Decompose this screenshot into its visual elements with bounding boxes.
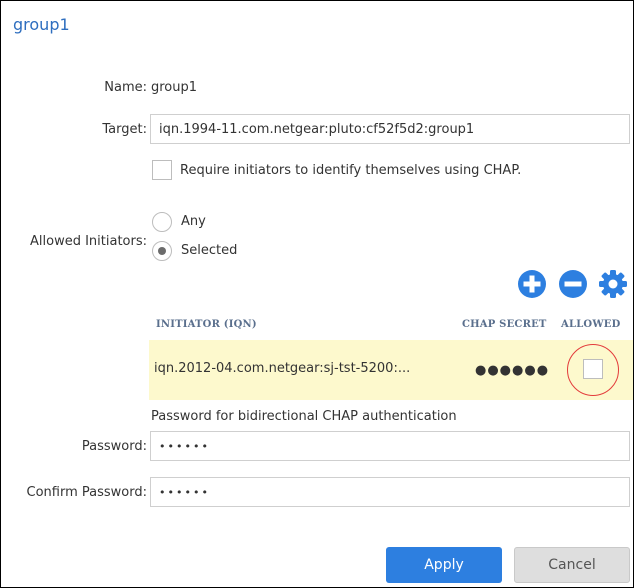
radio-selected-label: Selected (181, 243, 238, 258)
confirm-password-field[interactable]: •••••• (150, 477, 630, 507)
gear-icon[interactable] (598, 269, 628, 299)
chap-secret-cell: ●●●●●● (475, 363, 550, 378)
dialog-frame: group1 Name: group1 Target: iqn.1994-11.… (0, 0, 634, 588)
cancel-button[interactable]: Cancel (514, 547, 630, 583)
chap-checkbox[interactable] (152, 160, 172, 180)
column-header-initiator: INITIATOR (IQN) (156, 319, 257, 330)
password-label: Password: (81, 439, 147, 454)
dialog-title: group1 (13, 15, 70, 34)
remove-initiator-icon[interactable] (558, 269, 588, 299)
confirm-password-label: Confirm Password: (26, 485, 147, 500)
chap-checkbox-label: Require initiators to identify themselve… (180, 163, 522, 178)
target-label: Target: (102, 122, 147, 137)
target-field[interactable]: iqn.1994-11.com.netgear:pluto:cf52f5d2:g… (150, 114, 630, 144)
add-initiator-icon[interactable] (517, 269, 547, 299)
highlight-circle (567, 344, 619, 396)
column-header-allowed: ALLOWED (561, 319, 621, 330)
password-value: •••••• (159, 439, 210, 453)
radio-selected[interactable] (152, 241, 172, 261)
radio-any-label: Any (181, 214, 206, 229)
allowed-initiators-label: Allowed Initiators: (30, 234, 147, 249)
name-value: group1 (151, 80, 198, 95)
apply-button[interactable]: Apply (386, 547, 502, 583)
password-field[interactable]: •••••• (150, 431, 630, 461)
column-header-chap-secret: CHAP SECRET (462, 319, 547, 330)
bidirectional-hint: Password for bidirectional CHAP authenti… (151, 409, 457, 424)
initiator-iqn-cell: iqn.2012-04.com.netgear:sj-tst-5200:... (154, 361, 411, 376)
confirm-password-value: •••••• (159, 485, 210, 499)
radio-any[interactable] (152, 212, 172, 232)
name-label: Name: (104, 80, 147, 95)
